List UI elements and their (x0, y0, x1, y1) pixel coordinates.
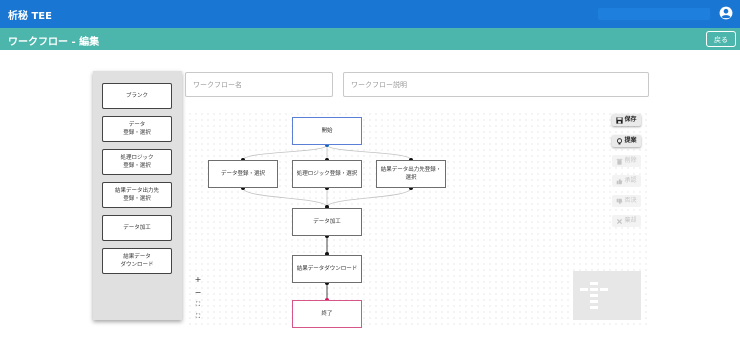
palette-item-label: 処理ロジック 登録・選択 (120, 155, 154, 169)
suggest-label: 提案 (624, 137, 637, 144)
page-header: ワークフロー - 編集 戻る (0, 28, 740, 50)
delete-button[interactable]: 削除 (612, 155, 641, 167)
reject-label: 否決 (624, 197, 637, 204)
node-end[interactable]: 終了 (292, 300, 362, 328)
edge-output-process (326, 187, 412, 208)
palette-item-output-select[interactable]: 結果データ出力先 登録・選択 (102, 182, 172, 208)
minimap-node (590, 282, 598, 285)
minimap[interactable] (573, 271, 641, 320)
palette-item-label: データ加工 (123, 225, 151, 231)
user-info-field (598, 8, 710, 20)
zoom-in-button[interactable]: + (193, 275, 203, 285)
close-icon (617, 218, 623, 224)
palette-item-label: データ 登録・選択 (123, 122, 151, 136)
page-title: ワークフロー - 編集 (8, 37, 100, 48)
thumb-down-icon (617, 198, 623, 204)
app-bar: 析秘 TEE (0, 0, 740, 28)
approve-label: 承認 (624, 177, 637, 184)
reset-button[interactable]: 棄却 (612, 215, 641, 227)
workflow-name-input[interactable] (185, 72, 333, 97)
trash-icon (617, 158, 623, 165)
edge-data-process (242, 187, 328, 208)
thumb-up-icon (617, 178, 623, 184)
save-icon (616, 116, 624, 124)
palette-item-label: 結果データ出力先 登録・選択 (114, 188, 159, 202)
app-title: 析秘 TEE (8, 11, 52, 22)
node-download[interactable]: 結果データダウンロード (292, 255, 362, 283)
back-button[interactable]: 戻る (706, 31, 736, 47)
node-start[interactable]: 開始 (292, 117, 362, 145)
minimap-node (600, 288, 608, 291)
minimap-node (580, 288, 588, 291)
account-circle-icon[interactable] (719, 6, 733, 20)
workflow-description-input[interactable] (343, 72, 649, 97)
palette-item-label: ブランク (125, 93, 148, 99)
approve-button[interactable]: 承認 (612, 175, 641, 187)
palette-item-blank[interactable]: ブランク (102, 83, 172, 109)
node-output-select[interactable]: 結果データ出力先登録・選択 (376, 160, 446, 188)
minimap-node (590, 300, 598, 303)
fit-view-button[interactable]: ⛶ (193, 300, 203, 310)
save-label: 保存 (624, 116, 637, 123)
palette-item-download[interactable]: 結果データ ダウンロード (102, 248, 172, 274)
reset-label: 棄却 (624, 217, 637, 224)
edge-start-data (242, 144, 328, 161)
zoom-out-button[interactable]: − (193, 288, 203, 298)
reject-button[interactable]: 否決 (612, 195, 641, 207)
lock-view-button[interactable]: ⛶ (193, 312, 203, 322)
node-logic-select[interactable]: 処理ロジック登録・選択 (292, 160, 362, 188)
delete-label: 削除 (624, 157, 637, 164)
palette-item-logic-select[interactable]: 処理ロジック 登録・選択 (102, 149, 172, 175)
edge-start-output (326, 144, 412, 161)
palette-item-data-select[interactable]: データ 登録・選択 (102, 116, 172, 142)
minimap-node (590, 306, 598, 309)
palette-item-label: 結果データ ダウンロード (120, 254, 154, 268)
lightbulb-icon (617, 137, 623, 144)
node-data-select[interactable]: データ登録・選択 (208, 160, 278, 188)
node-palette: ブランク データ 登録・選択 処理ロジック 登録・選択 結果データ出力先 登録・… (93, 71, 182, 320)
node-data-process[interactable]: データ加工 (292, 208, 362, 236)
suggest-button[interactable]: 提案 (612, 135, 641, 147)
minimap-node (590, 288, 598, 291)
minimap-node (590, 294, 598, 297)
palette-item-data-process[interactable]: データ加工 (102, 215, 172, 241)
save-button[interactable]: 保存 (612, 114, 641, 126)
